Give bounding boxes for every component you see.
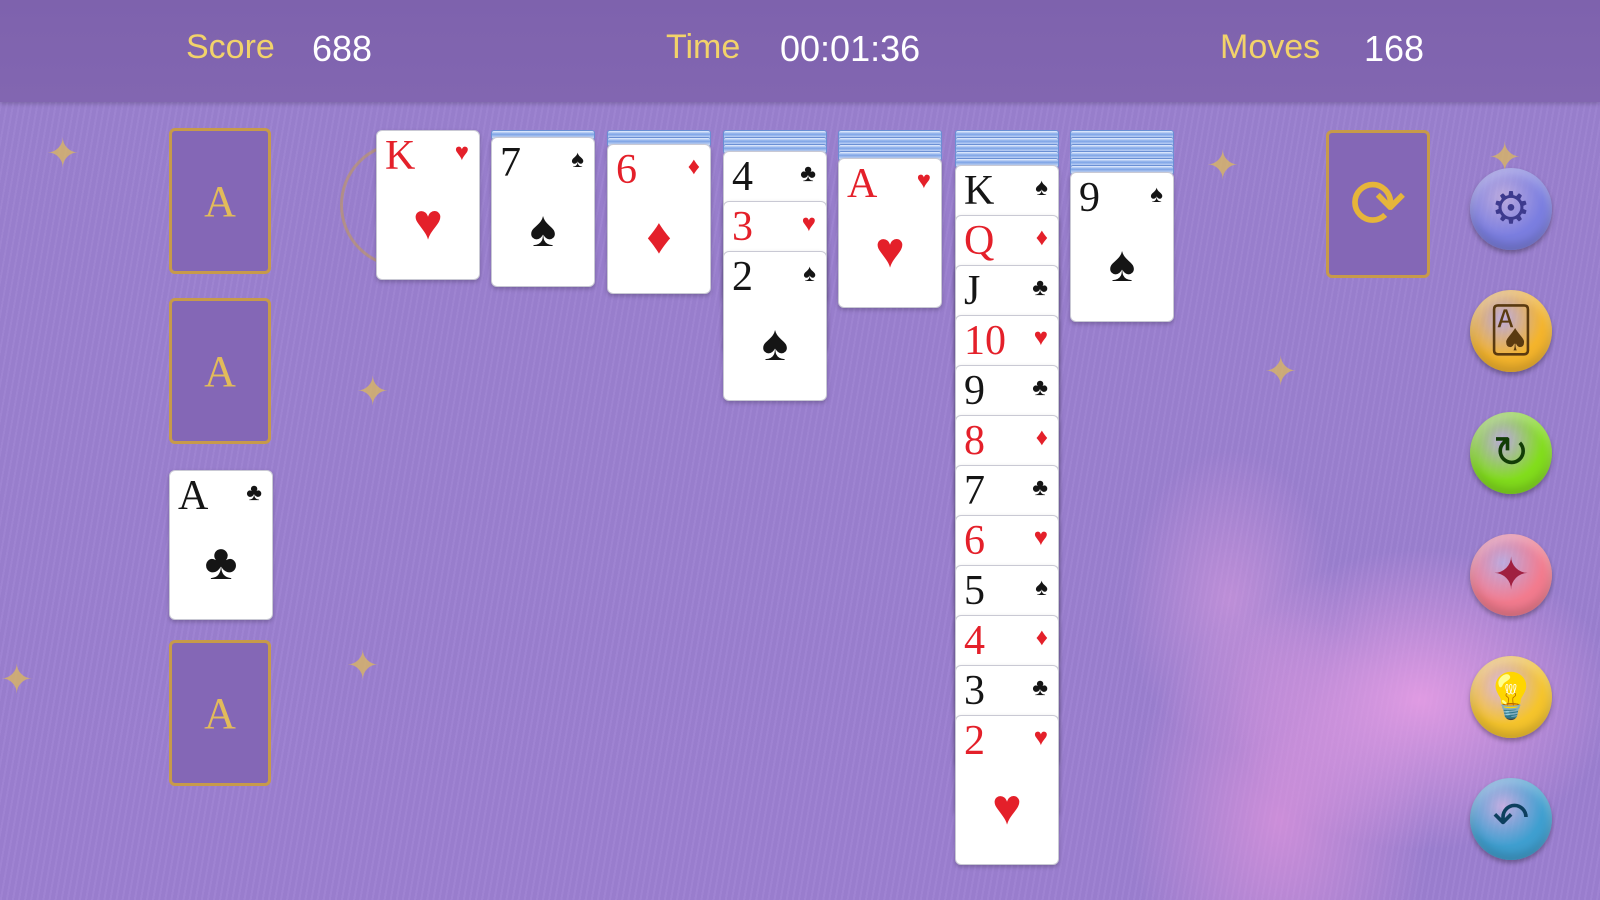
foundation-slot[interactable]: A <box>169 298 271 444</box>
card-rank: 3 <box>964 668 985 714</box>
card-suit-icon: ♣ <box>1032 674 1048 701</box>
magic-wand-icon: ✦ <box>1492 550 1530 599</box>
sparkle-decoration: ✦ <box>346 644 380 688</box>
card-rank: 6 <box>964 518 985 564</box>
card-rank: A <box>178 473 209 519</box>
card-suit-icon: ♠ <box>803 260 816 287</box>
foundation-slot[interactable]: A <box>169 128 271 274</box>
score-label: Score <box>186 28 275 66</box>
card-suit-icon: ♦ <box>646 208 672 264</box>
card-suit-icon: ♠ <box>761 315 789 371</box>
card-suit-icon: ♦ <box>687 153 700 180</box>
magic-wand-button[interactable]: ✦ <box>1470 534 1552 616</box>
settings-button[interactable]: ⚙ <box>1470 168 1552 250</box>
card-rank: K <box>964 168 995 214</box>
sparkle-decoration: ✦ <box>1206 144 1240 188</box>
undo-icon: ↶ <box>1492 794 1530 843</box>
card-rank: 8 <box>964 418 985 464</box>
foundation-card[interactable]: A ♣ ♣ <box>169 470 273 620</box>
card-suit-icon: ♥ <box>801 210 816 237</box>
sparkle-decoration: ✦ <box>0 658 34 702</box>
card-rank: 6 <box>616 147 637 193</box>
card-suit-icon: ♦ <box>1035 624 1048 651</box>
card-suit-icon: ♥ <box>916 167 931 194</box>
card-suit-icon: ♦ <box>1035 424 1048 451</box>
card-suit-icon: ♠ <box>1035 574 1048 601</box>
card-suit-icon: ♥ <box>1033 324 1048 351</box>
score-value: 688 <box>312 28 373 69</box>
card-suit-icon: ♣ <box>800 160 816 187</box>
card-rank: 2 <box>964 718 985 764</box>
moves-label: Moves <box>1220 28 1321 66</box>
card-theme-button[interactable]: 🂡 <box>1470 290 1552 372</box>
card-suit-icon: ♠ <box>529 201 557 257</box>
refresh-icon: ↻ <box>1492 428 1530 477</box>
new-game-button[interactable]: ↻ <box>1470 412 1552 494</box>
card-rank: 9 <box>964 368 985 414</box>
card-suit-icon: ♥ <box>875 222 905 278</box>
moves-value: 168 <box>1364 28 1425 69</box>
sparkle-decoration: ✦ <box>46 132 80 176</box>
foundation-slot[interactable]: A <box>169 640 271 786</box>
sparkle-decoration: ✦ <box>356 370 390 414</box>
card-suit-icon: ♥ <box>992 779 1022 835</box>
foundation-letter: A <box>204 688 236 738</box>
card-suit-icon: ♠ <box>1150 181 1163 208</box>
foundation-letter: A <box>204 176 236 226</box>
stock-pile[interactable]: ⟳ <box>1326 130 1430 278</box>
hint-button[interactable]: 💡 <box>1470 656 1552 738</box>
undo-button[interactable]: ↶ <box>1470 778 1552 860</box>
tableau-card[interactable]: 7 ♠ ♠ <box>491 137 595 287</box>
card-rank: J <box>964 268 981 314</box>
card-rank: K <box>385 133 416 179</box>
card-rank: 10 <box>964 318 1006 364</box>
card-rank: Q <box>964 218 995 264</box>
card-rank: 4 <box>964 618 985 664</box>
card-suit-icon: ♠ <box>1035 174 1048 201</box>
card-suit-icon: ♥ <box>1033 724 1048 751</box>
card-suit-icon: ♣ <box>246 479 262 506</box>
card-rank: 2 <box>732 254 753 300</box>
card-rank: 3 <box>732 204 753 250</box>
card-suit-icon: ♠ <box>571 146 584 173</box>
card-rank: 5 <box>964 568 985 614</box>
card-suit-icon: ♥ <box>1033 524 1048 551</box>
tableau-card[interactable]: 6 ♦ ♦ <box>607 144 711 294</box>
card-suit-icon: ♥ <box>413 194 443 250</box>
tableau-card[interactable]: 2 ♥ ♥ <box>955 715 1059 865</box>
tableau-card[interactable]: 2 ♠ ♠ <box>723 251 827 401</box>
card-suit-icon: ♣ <box>1032 374 1048 401</box>
tableau-card[interactable]: 9 ♠ ♠ <box>1070 172 1174 322</box>
time-label: Time <box>666 28 741 66</box>
tableau-card[interactable]: K ♥ ♥ <box>376 130 480 280</box>
card-suit-icon: ♣ <box>1032 274 1048 301</box>
card-suit-icon: ♣ <box>1032 474 1048 501</box>
recycle-icon: ⟳ <box>1349 166 1407 242</box>
card-suit-icon: ♥ <box>454 139 469 166</box>
card-suit-icon: ♠ <box>1108 236 1136 292</box>
tableau-card[interactable]: A ♥ ♥ <box>838 158 942 308</box>
gear-icon: ⚙ <box>1491 184 1531 233</box>
hud-bar: Score 688 Time 00:01:36 Moves 168 <box>0 0 1600 102</box>
card-rank: 9 <box>1079 175 1100 221</box>
cards-icon: 🂡 <box>1488 306 1534 355</box>
card-rank: 7 <box>964 468 985 514</box>
sparkle-decoration: ✦ <box>1264 350 1298 394</box>
foundation-letter: A <box>204 346 236 396</box>
card-rank: 4 <box>732 154 753 200</box>
card-suit-icon: ♦ <box>1035 224 1048 251</box>
time-value: 00:01:36 <box>780 28 921 69</box>
lightbulb-icon: 💡 <box>1483 672 1539 721</box>
card-suit-icon: ♣ <box>204 534 238 590</box>
card-rank: A <box>847 161 878 207</box>
card-rank: 7 <box>500 140 521 186</box>
